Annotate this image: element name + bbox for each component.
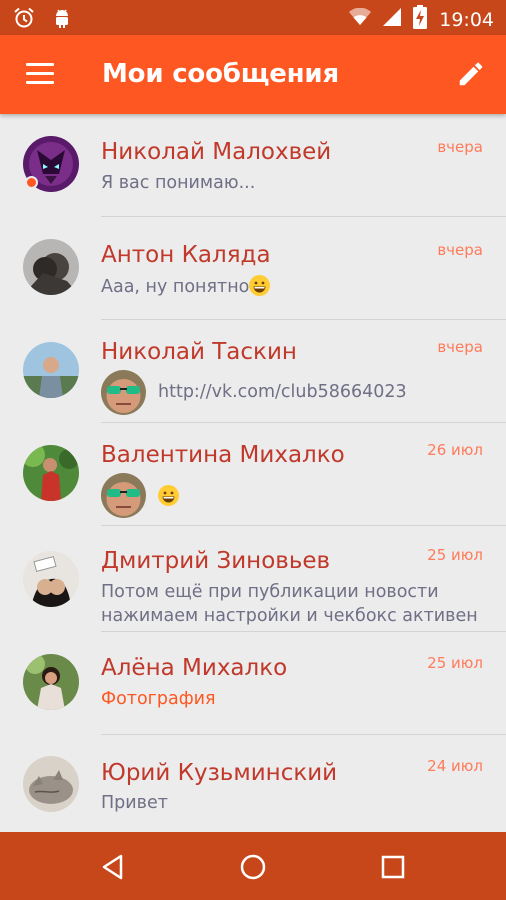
contact-name: Юрий Кузьминский xyxy=(101,760,338,786)
status-bar: 19:04 xyxy=(0,0,506,35)
sender-avatar xyxy=(101,370,146,415)
contact-name: Антон Каляда xyxy=(101,242,271,268)
grin-emoji-icon xyxy=(249,275,271,296)
message-date: 24 июл xyxy=(427,757,483,775)
conversation-item[interactable]: Антон Каляда вчера Ааа, ну понятно xyxy=(0,217,506,320)
system-nav-bar xyxy=(0,832,506,900)
contact-name: Валентина Михалко xyxy=(101,442,345,468)
android-debug-icon xyxy=(50,6,74,35)
pencil-edit-icon[interactable] xyxy=(456,59,486,89)
recents-icon[interactable] xyxy=(378,852,408,882)
avatar xyxy=(23,239,79,295)
conversation-item[interactable]: Алёна Михалко 25 июл Фотография xyxy=(0,632,506,735)
message-preview-text: Ааа, ну понятно xyxy=(101,277,250,297)
message-preview: http://vk.com/club58664023 xyxy=(158,382,407,402)
avatar xyxy=(23,342,79,398)
android-platform-badge xyxy=(25,176,38,189)
message-date: 26 июл xyxy=(427,441,483,459)
avatar xyxy=(23,654,79,710)
home-icon[interactable] xyxy=(238,852,268,882)
contact-name: Алёна Михалко xyxy=(101,655,288,681)
contact-name: Дмитрий Зиновьев xyxy=(101,548,331,574)
message-date: вчера xyxy=(437,138,483,156)
message-preview: Я вас понимаю... xyxy=(101,173,256,193)
back-icon[interactable] xyxy=(98,852,128,882)
message-preview-line: Потом ещё при публикации новости xyxy=(101,582,439,602)
signal-icon xyxy=(383,8,402,31)
app-bar: Мои сообщения xyxy=(0,35,506,114)
wifi-icon xyxy=(349,7,372,31)
conversation-item[interactable]: Валентина Михалко 26 июл xyxy=(0,423,506,526)
clock: 19:04 xyxy=(439,8,494,31)
avatar xyxy=(23,445,79,501)
message-preview xyxy=(158,485,179,509)
conversation-item[interactable]: Юрий Кузьминский 24 июл Привет xyxy=(0,735,506,832)
message-date: вчера xyxy=(437,338,483,356)
conversation-item[interactable]: Николай Таскин вчера http://vk.com/club5… xyxy=(0,320,506,423)
page-title: Мои сообщения xyxy=(102,59,339,89)
message-date: 25 июл xyxy=(427,654,483,672)
battery-charging-icon xyxy=(413,5,428,34)
conversation-item[interactable]: Дмитрий Зиновьев 25 июл Потом ещё при пу… xyxy=(0,526,506,632)
conversation-item[interactable]: Николай Малохвей вчера Я вас понимаю... xyxy=(0,114,506,217)
conversation-list[interactable]: Николай Малохвей вчера Я вас понимаю... … xyxy=(0,114,506,832)
message-preview: Привет xyxy=(101,793,168,813)
message-preview-line: нажимаем настройки и чекбокс активен xyxy=(101,606,478,626)
contact-name: Николай Малохвей xyxy=(101,139,332,165)
message-preview: Ааа, ну понятно xyxy=(101,275,271,299)
hamburger-menu-icon[interactable] xyxy=(26,63,54,85)
message-date: 25 июл xyxy=(427,546,483,564)
grin-emoji-icon xyxy=(158,485,179,506)
alarm-icon xyxy=(12,6,36,35)
sender-avatar xyxy=(101,473,146,518)
message-preview: Фотография xyxy=(101,689,216,709)
avatar xyxy=(23,551,79,607)
message-date: вчера xyxy=(437,241,483,259)
avatar xyxy=(23,756,79,812)
contact-name: Николай Таскин xyxy=(101,339,297,365)
